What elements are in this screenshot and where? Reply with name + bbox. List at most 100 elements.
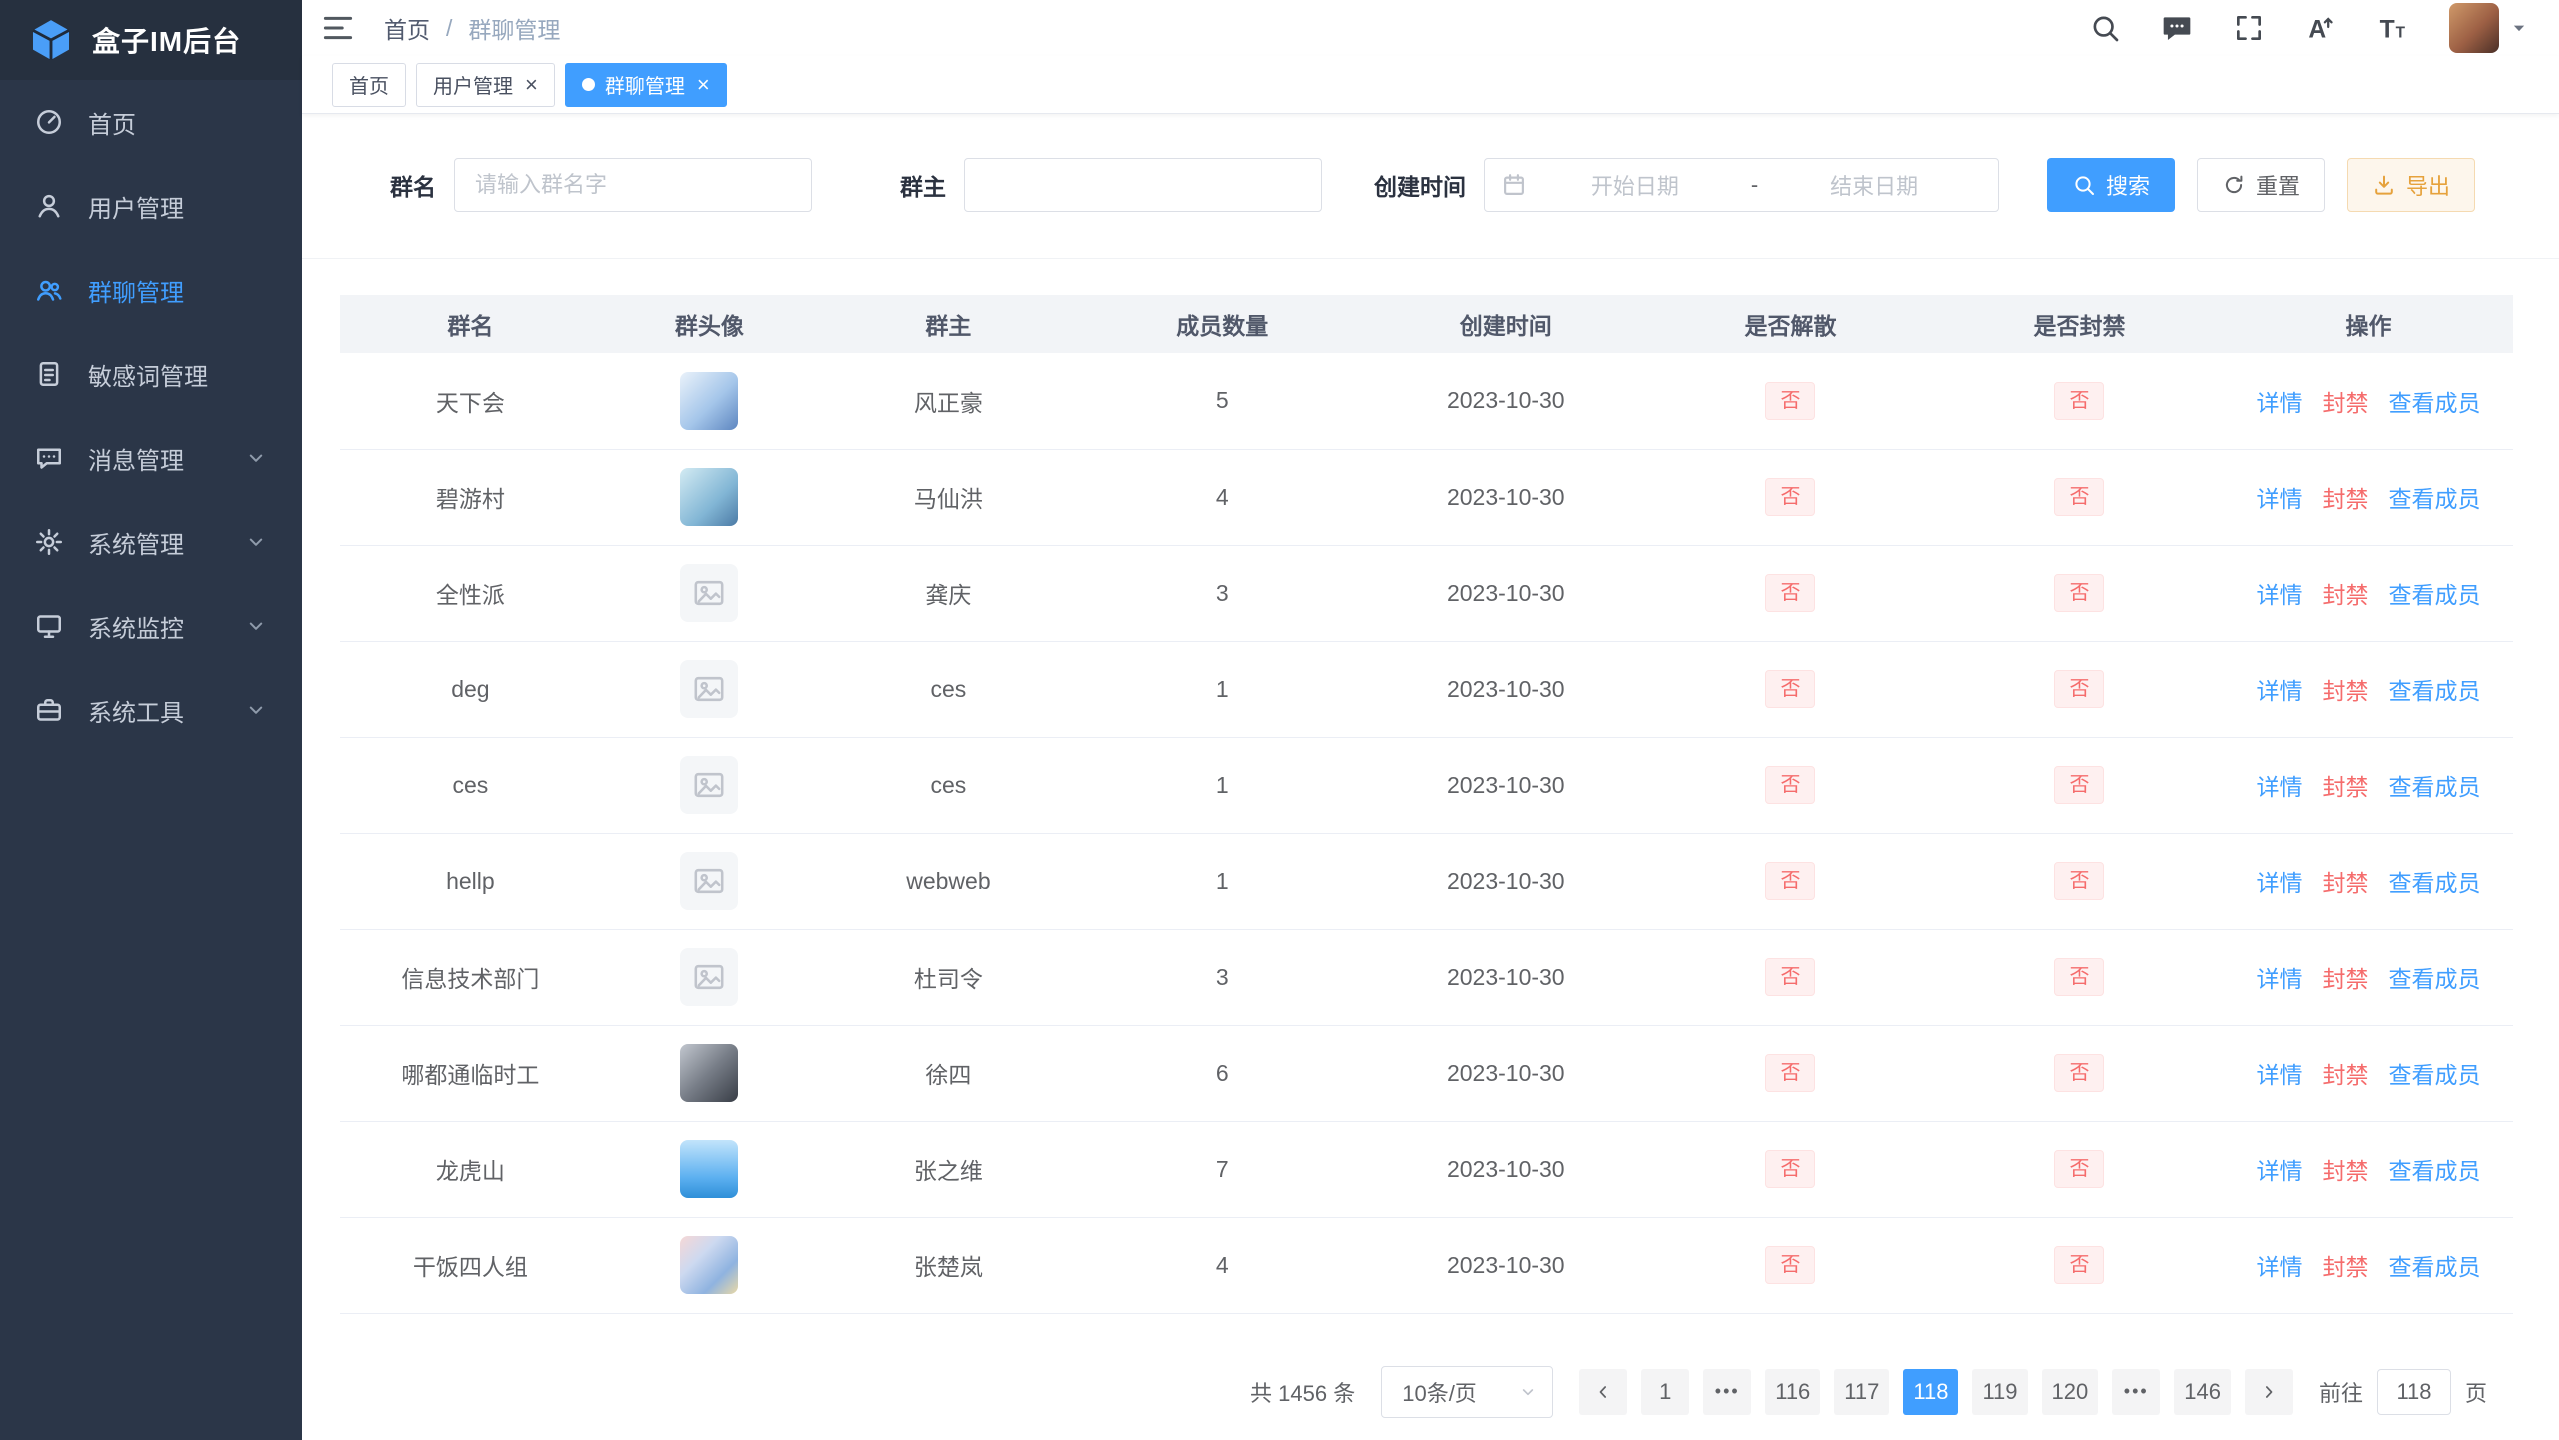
breadcrumb-home[interactable]: 首页 <box>384 11 430 45</box>
view-members-link[interactable]: 查看成员 <box>2388 582 2480 608</box>
cell-created-time: 2023-10-30 <box>1366 1121 1646 1217</box>
detail-link[interactable]: 详情 <box>2256 486 2302 512</box>
view-members-link[interactable]: 查看成员 <box>2388 1158 2480 1184</box>
ban-link[interactable]: 封禁 <box>2322 582 2368 608</box>
sidebar-item-system-monitor[interactable]: 系统监控 <box>0 584 302 668</box>
export-button[interactable]: 导出 <box>2347 158 2475 212</box>
ban-link[interactable]: 封禁 <box>2322 870 2368 896</box>
table-row: hellpwebweb12023-10-30否否详情封禁查看成员 <box>340 833 2513 929</box>
dissolved-badge: 否 <box>1765 382 1815 420</box>
detail-link[interactable]: 详情 <box>2256 1158 2302 1184</box>
dissolved-badge: 否 <box>1765 1246 1815 1284</box>
cell-dissolved: 否 <box>1646 641 1935 737</box>
page-button-119[interactable]: 119 <box>1972 1369 2027 1415</box>
detail-link[interactable]: 详情 <box>2256 1062 2302 1088</box>
ban-link[interactable]: 封禁 <box>2322 1254 2368 1280</box>
sidebar-item-message-management[interactable]: 消息管理 <box>0 416 302 500</box>
tab-home[interactable]: 首页 <box>332 63 406 107</box>
group-name-input[interactable] <box>454 158 812 212</box>
group-avatar-image <box>680 1236 738 1294</box>
ban-link[interactable]: 封禁 <box>2322 486 2368 512</box>
search-button-label: 搜索 <box>2106 169 2150 201</box>
cell-created-time: 2023-10-30 <box>1366 1025 1646 1121</box>
page-button-117[interactable]: 117 <box>1834 1369 1889 1415</box>
cell-banned: 否 <box>1935 929 2224 1025</box>
cell-member-count: 7 <box>1079 1121 1366 1217</box>
owner-input[interactable] <box>964 158 1322 212</box>
user-menu[interactable] <box>2449 3 2529 53</box>
detail-link[interactable]: 详情 <box>2256 774 2302 800</box>
page-button-1[interactable]: 1 <box>1641 1369 1689 1415</box>
tab-group-management[interactable]: 群聊管理× <box>565 63 727 107</box>
app-title: 盒子IM后台 <box>92 20 241 60</box>
search-button[interactable]: 搜索 <box>2047 158 2175 212</box>
group-name-label: 群名 <box>390 168 436 202</box>
fullscreen-icon[interactable] <box>2233 12 2265 44</box>
view-members-link[interactable]: 查看成员 <box>2388 1254 2480 1280</box>
breadcrumb-current: 群聊管理 <box>468 11 560 45</box>
ban-link[interactable]: 封禁 <box>2322 390 2368 416</box>
cell-group-owner: ces <box>818 737 1079 833</box>
text-size-icon[interactable]: TT <box>2377 12 2409 44</box>
sidebar-item-system-management[interactable]: 系统管理 <box>0 500 302 584</box>
gear-icon <box>34 527 64 557</box>
reset-button[interactable]: 重置 <box>2197 158 2325 212</box>
cell-group-name: 天下会 <box>340 353 601 449</box>
detail-link[interactable]: 详情 <box>2256 582 2302 608</box>
hamburger-icon[interactable] <box>320 10 356 46</box>
message-chat-icon[interactable] <box>2161 12 2193 44</box>
page-ellipsis[interactable]: ••• <box>2112 1369 2160 1415</box>
detail-link[interactable]: 详情 <box>2256 966 2302 992</box>
cell-banned: 否 <box>1935 737 2224 833</box>
ban-link[interactable]: 封禁 <box>2322 774 2368 800</box>
date-range-picker[interactable]: 开始日期 - 结束日期 <box>1484 158 1999 212</box>
font-size-icon[interactable]: A <box>2305 12 2337 44</box>
sidebar-item-group-management[interactable]: 群聊管理 <box>0 248 302 332</box>
cell-member-count: 1 <box>1079 641 1366 737</box>
detail-link[interactable]: 详情 <box>2256 1254 2302 1280</box>
detail-link[interactable]: 详情 <box>2256 870 2302 896</box>
page-button-146[interactable]: 146 <box>2174 1369 2231 1415</box>
close-icon[interactable]: × <box>525 74 538 96</box>
view-members-link[interactable]: 查看成员 <box>2388 486 2480 512</box>
cell-group-name: 碧游村 <box>340 449 601 545</box>
app-logo[interactable]: 盒子IM后台 <box>0 0 302 80</box>
detail-link[interactable]: 详情 <box>2256 678 2302 704</box>
sidebar-item-sensitive-words[interactable]: 敏感词管理 <box>0 332 302 416</box>
view-members-link[interactable]: 查看成员 <box>2388 390 2480 416</box>
view-members-link[interactable]: 查看成员 <box>2388 870 2480 896</box>
goto-page-input[interactable] <box>2377 1369 2451 1415</box>
table-row: cesces12023-10-30否否详情封禁查看成员 <box>340 737 2513 833</box>
cell-dissolved: 否 <box>1646 1121 1935 1217</box>
next-page-button[interactable] <box>2245 1369 2293 1415</box>
cell-group-owner: 马仙洪 <box>818 449 1079 545</box>
close-icon[interactable]: × <box>697 74 710 96</box>
prev-page-button[interactable] <box>1579 1369 1627 1415</box>
view-members-link[interactable]: 查看成员 <box>2388 1062 2480 1088</box>
view-members-link[interactable]: 查看成员 <box>2388 774 2480 800</box>
search-icon[interactable] <box>2089 12 2121 44</box>
ban-link[interactable]: 封禁 <box>2322 966 2368 992</box>
tab-label: 用户管理 <box>433 70 513 99</box>
page-button-120[interactable]: 120 <box>2042 1369 2099 1415</box>
ban-link[interactable]: 封禁 <box>2322 1158 2368 1184</box>
cell-group-owner: 张楚岚 <box>818 1217 1079 1313</box>
sidebar-item-user-management[interactable]: 用户管理 <box>0 164 302 248</box>
view-members-link[interactable]: 查看成员 <box>2388 678 2480 704</box>
ban-link[interactable]: 封禁 <box>2322 1062 2368 1088</box>
page-size-select[interactable]: 10条/页 <box>1381 1366 1553 1418</box>
page-ellipsis[interactable]: ••• <box>1703 1369 1751 1415</box>
detail-link[interactable]: 详情 <box>2256 390 2302 416</box>
page-button-118[interactable]: 118 <box>1903 1369 1958 1415</box>
cell-member-count: 3 <box>1079 545 1366 641</box>
tab-user-management[interactable]: 用户管理 × <box>416 63 555 107</box>
page-button-116[interactable]: 116 <box>1765 1369 1820 1415</box>
ban-link[interactable]: 封禁 <box>2322 678 2368 704</box>
cell-member-count: 4 <box>1079 449 1366 545</box>
cell-group-avatar <box>601 737 818 833</box>
sidebar-item-system-tools[interactable]: 系统工具 <box>0 668 302 752</box>
cell-group-name: ces <box>340 737 601 833</box>
logo-cube-icon <box>28 17 74 63</box>
sidebar-item-home[interactable]: 首页 <box>0 80 302 164</box>
view-members-link[interactable]: 查看成员 <box>2388 966 2480 992</box>
